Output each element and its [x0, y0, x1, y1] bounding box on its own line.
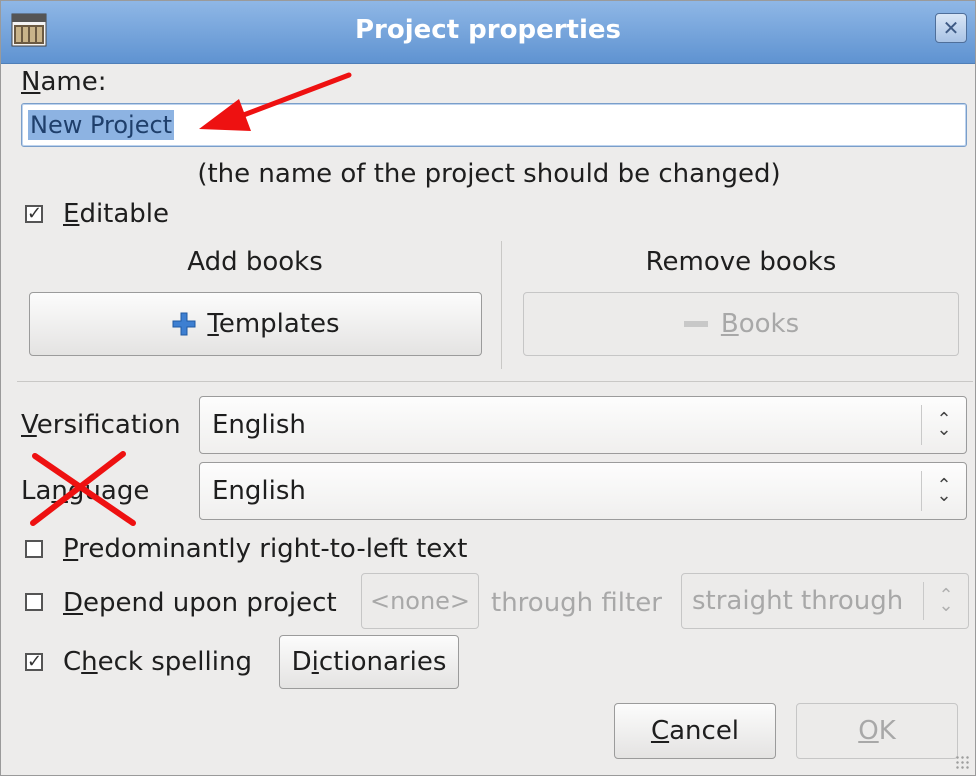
project-properties-dialog: Project properties ✕ Name: New Project (…	[0, 0, 976, 776]
annotation-overlay	[30, 72, 352, 526]
red-cross-icon	[30, 451, 136, 526]
red-arrow-icon	[199, 72, 352, 131]
